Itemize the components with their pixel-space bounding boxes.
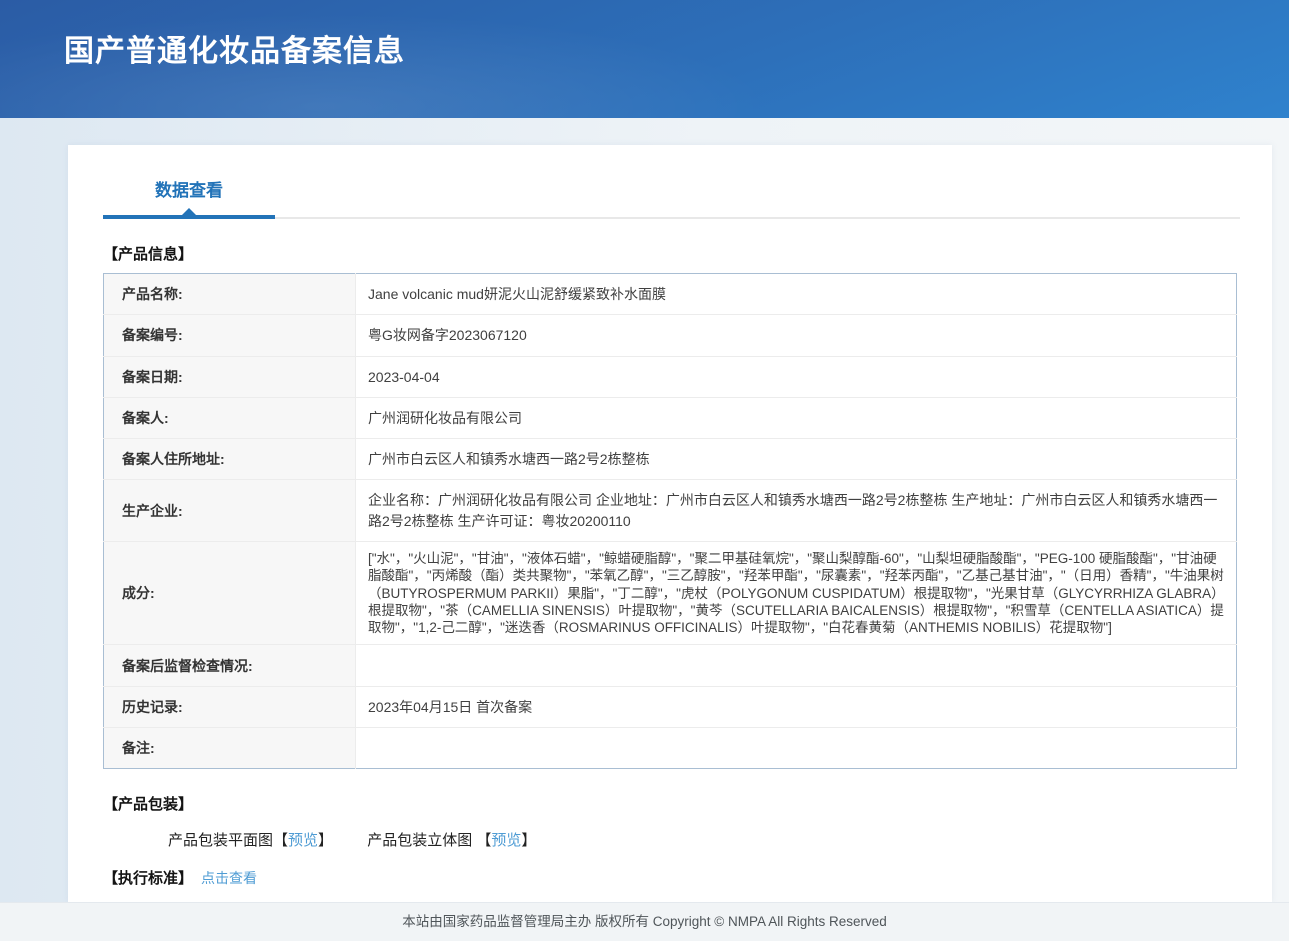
row-value: 广州市白云区人和镇秀水塘西一路2号2栋整栋: [356, 439, 1237, 480]
row-value: 粤G妆网备字2023067120: [356, 315, 1237, 356]
packaging-3d-image-label-close: 】: [521, 832, 536, 849]
table-row: 历史记录:2023年04月15日 首次备案: [104, 686, 1237, 727]
row-label: 产品名称:: [104, 274, 356, 315]
row-value: Jane volcanic mud妍泥火山泥舒缓紧致补水面膜: [356, 274, 1237, 315]
table-row: 备案编号:粤G妆网备字2023067120: [104, 315, 1237, 356]
packaging-flat-image-preview-link[interactable]: 预览: [288, 832, 318, 849]
packaging-3d-image-label: 产品包装立体图 【: [367, 832, 491, 849]
copyright-text: 本站由国家药品监督管理局主办 版权所有 Copyright © NMPA All…: [402, 914, 887, 929]
packaging-flat-image-label-close: 】: [318, 832, 333, 849]
packaging-previews: 产品包装平面图【预览】 产品包装立体图 【预览】: [168, 829, 1240, 850]
exec-standard-row: 【执行标准】点击查看: [103, 867, 1240, 888]
page-title: 国产普通化妆品备案信息: [0, 0, 1289, 70]
exec-standard-view-link[interactable]: 点击查看: [201, 870, 257, 886]
packaging-3d-image-item: 产品包装立体图 【预览】: [367, 832, 536, 849]
row-label: 备案人住所地址:: [104, 439, 356, 480]
row-label: 生产企业:: [104, 480, 356, 542]
packaging-heading: 【产品包装】: [103, 793, 1240, 814]
table-row: 产品名称:Jane volcanic mud妍泥火山泥舒缓紧致补水面膜: [104, 274, 1237, 315]
exec-standard-heading: 【执行标准】: [103, 870, 193, 887]
row-value: [356, 728, 1237, 769]
table-row: 备注:: [104, 728, 1237, 769]
row-label: 备案后监督检查情况:: [104, 645, 356, 686]
tab-caret-icon: [182, 208, 196, 215]
row-value: ["水"，"火山泥"，"甘油"，"液体石蜡"，"鲸蜡硬脂醇"，"聚二甲基硅氧烷"…: [356, 542, 1237, 645]
product-info-heading: 【产品信息】: [103, 243, 1240, 264]
table-row: 生产企业:企业名称：广州润研化妆品有限公司 企业地址：广州市白云区人和镇秀水塘西…: [104, 480, 1237, 542]
page-footer: 本站由国家药品监督管理局主办 版权所有 Copyright © NMPA All…: [0, 902, 1289, 941]
row-value: 企业名称：广州润研化妆品有限公司 企业地址：广州市白云区人和镇秀水塘西一路2号2…: [356, 480, 1237, 542]
table-row: 成分:["水"，"火山泥"，"甘油"，"液体石蜡"，"鲸蜡硬脂醇"，"聚二甲基硅…: [104, 542, 1237, 645]
row-value: 广州润研化妆品有限公司: [356, 397, 1237, 438]
row-value: 2023-04-04: [356, 356, 1237, 397]
tab-data-view-label: 数据查看: [155, 181, 223, 200]
tab-data-view[interactable]: 数据查看: [103, 176, 275, 219]
table-row: 备案日期:2023-04-04: [104, 356, 1237, 397]
row-label: 历史记录:: [104, 686, 356, 727]
row-label: 备案日期:: [104, 356, 356, 397]
table-row: 备案人:广州润研化妆品有限公司: [104, 397, 1237, 438]
product-info-table: 产品名称:Jane volcanic mud妍泥火山泥舒缓紧致补水面膜备案编号:…: [103, 273, 1237, 769]
page-header: 国产普通化妆品备案信息: [0, 0, 1289, 118]
table-row: 备案人住所地址:广州市白云区人和镇秀水塘西一路2号2栋整栋: [104, 439, 1237, 480]
row-label: 备案编号:: [104, 315, 356, 356]
tab-active-underline: [103, 215, 275, 219]
row-label: 备注:: [104, 728, 356, 769]
row-value: 2023年04月15日 首次备案: [356, 686, 1237, 727]
tab-bar: 数据查看: [103, 173, 1240, 219]
row-label: 备案人:: [104, 397, 356, 438]
table-row: 备案后监督检查情况:: [104, 645, 1237, 686]
packaging-3d-image-preview-link[interactable]: 预览: [491, 832, 521, 849]
packaging-flat-image-item: 产品包装平面图【预览】: [168, 832, 333, 849]
content-card: 数据查看 【产品信息】 产品名称:Jane volcanic mud妍泥火山泥舒…: [68, 145, 1272, 902]
row-label: 成分:: [104, 542, 356, 645]
packaging-flat-image-label: 产品包装平面图【: [168, 832, 288, 849]
row-value: [356, 645, 1237, 686]
